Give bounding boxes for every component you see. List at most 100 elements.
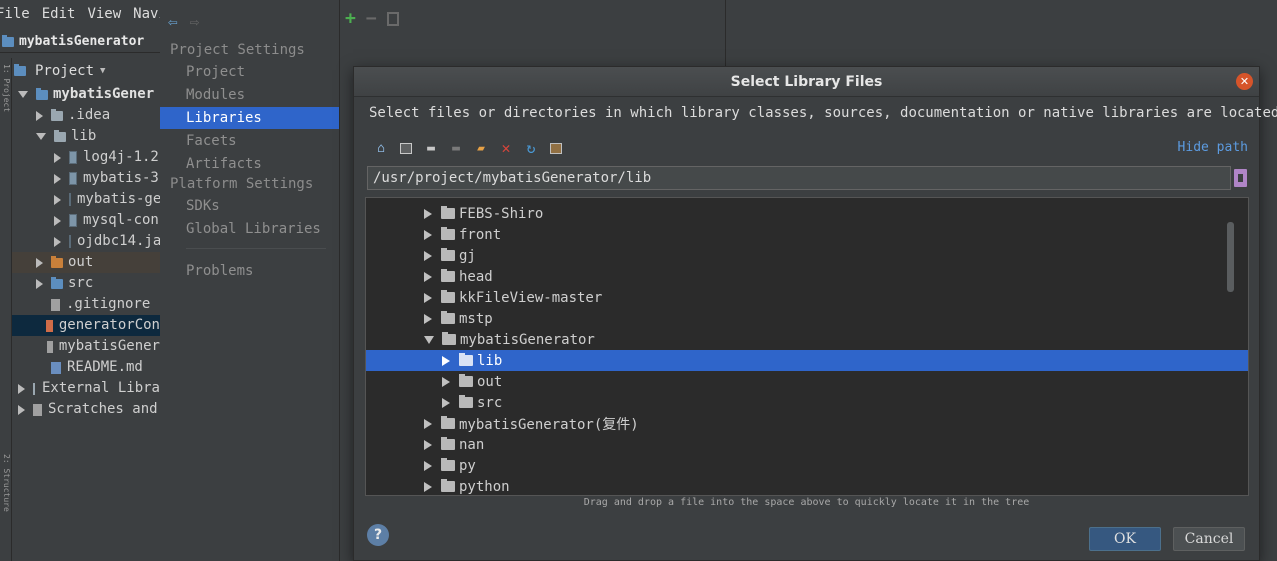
xml-file-icon xyxy=(46,319,53,332)
project-title: mybatisGenerator xyxy=(19,34,145,49)
tool-tab-structure[interactable]: 2: Structure xyxy=(1,454,11,512)
project-tree-row[interactable]: mybatis-3 xyxy=(12,168,160,189)
file-tree-row[interactable]: mstp xyxy=(366,308,1248,329)
expand-right-icon[interactable] xyxy=(424,439,432,450)
project-tree-row[interactable]: out xyxy=(12,252,160,273)
file-tree-row[interactable]: head xyxy=(366,266,1248,287)
expand-right-icon[interactable] xyxy=(424,250,432,261)
sidebar-item-problems[interactable]: Problems xyxy=(160,260,339,282)
expand-right-icon[interactable] xyxy=(424,481,432,492)
project-tree-row[interactable]: .idea xyxy=(12,105,160,126)
delete-icon[interactable]: ✕ xyxy=(497,139,515,157)
file-tree-row[interactable]: src xyxy=(366,392,1248,413)
help-button[interactable]: ? xyxy=(367,524,389,546)
sidebar-item-project[interactable]: Project xyxy=(160,61,339,83)
module-folder-icon[interactable]: ▬ xyxy=(447,139,465,157)
menu-navigate[interactable]: Navi xyxy=(133,6,160,22)
project-tree-row[interactable]: README.md xyxy=(12,357,160,378)
project-tree-label: README.md xyxy=(67,359,143,375)
expand-right-icon[interactable] xyxy=(424,229,432,240)
expand-right-icon[interactable] xyxy=(442,376,450,387)
project-folder-icon[interactable]: ▬ xyxy=(422,139,440,157)
expand-right-icon[interactable] xyxy=(36,278,43,289)
expand-right-icon[interactable] xyxy=(424,418,432,429)
copy-icon[interactable] xyxy=(386,11,399,26)
file-tree-row[interactable]: py xyxy=(366,455,1248,476)
project-tree-row[interactable]: generatorCon xyxy=(12,315,160,336)
menu-edit[interactable]: Edit xyxy=(42,6,76,22)
expand-right-icon[interactable] xyxy=(54,194,61,205)
dialog-title-bar[interactable]: Select Library Files xyxy=(354,67,1259,97)
expand-right-icon[interactable] xyxy=(36,110,43,121)
project-breadcrumb[interactable]: mybatisGenerator xyxy=(0,31,160,53)
sidebar-item-artifacts[interactable]: Artifacts xyxy=(160,153,339,175)
expand-right-icon[interactable] xyxy=(424,271,432,282)
project-tree-row[interactable]: mybatis-ge xyxy=(12,189,160,210)
project-tree-row[interactable]: lib xyxy=(12,126,160,147)
expand-down-icon[interactable] xyxy=(424,335,434,344)
desktop-icon[interactable] xyxy=(397,139,415,157)
sidebar-item-facets[interactable]: Facets xyxy=(160,130,339,152)
project-tree-row[interactable]: log4j-1.2 xyxy=(12,147,160,168)
expand-right-icon[interactable] xyxy=(424,292,432,303)
show-hidden-files-icon[interactable] xyxy=(547,139,565,157)
remove-library-button[interactable]: − xyxy=(366,8,377,29)
sidebar-item-global-libraries[interactable]: Global Libraries xyxy=(160,218,339,240)
menu-file[interactable]: File xyxy=(0,6,30,22)
cancel-button[interactable]: Cancel xyxy=(1173,527,1245,551)
project-tree-row[interactable]: External Libra xyxy=(12,378,160,399)
hide-path-link[interactable]: Hide path xyxy=(1178,140,1248,155)
tree-scrollbar[interactable] xyxy=(1227,222,1234,292)
folder-icon xyxy=(54,129,66,142)
expand-right-icon[interactable] xyxy=(36,257,43,268)
file-tree[interactable]: FEBS-Shiro front gj head kkFileView-master ms… xyxy=(365,197,1249,496)
file-tree-row[interactable]: lib xyxy=(366,350,1248,371)
expand-right-icon[interactable] xyxy=(424,460,432,471)
jar-icon xyxy=(69,151,77,164)
home-icon[interactable]: ⌂ xyxy=(372,139,390,157)
project-tree-row[interactable]: mybatisGener xyxy=(12,336,160,357)
close-icon[interactable]: ✕ xyxy=(1236,73,1253,90)
expand-right-icon[interactable] xyxy=(442,355,450,366)
add-library-button[interactable]: + xyxy=(345,8,356,29)
file-tree-row[interactable]: mybatisGenerator xyxy=(366,329,1248,350)
project-tree-row[interactable]: Scratches and xyxy=(12,399,160,420)
expand-right-icon[interactable] xyxy=(54,152,61,163)
file-tree-row[interactable]: FEBS-Shiro xyxy=(366,203,1248,224)
expand-right-icon[interactable] xyxy=(54,236,61,247)
file-tree-row[interactable]: python xyxy=(366,476,1248,495)
project-tree-row[interactable]: ojdbc14.ja xyxy=(12,231,160,252)
project-tree-row[interactable]: src xyxy=(12,273,160,294)
expand-right-icon[interactable] xyxy=(424,313,432,324)
expand-right-icon[interactable] xyxy=(54,173,61,184)
expand-right-icon[interactable] xyxy=(18,383,25,394)
new-folder-icon[interactable]: ▰ xyxy=(472,139,490,157)
project-tree-row[interactable]: mysql-con xyxy=(12,210,160,231)
project-view-selector[interactable]: Project ▼ xyxy=(14,60,105,82)
forward-arrow-icon[interactable]: ⇨ xyxy=(190,12,200,31)
refresh-icon[interactable]: ↻ xyxy=(522,139,540,157)
sidebar-item-libraries[interactable]: Libraries xyxy=(160,107,339,129)
file-tree-row[interactable]: front xyxy=(366,224,1248,245)
file-tree-row[interactable]: nan xyxy=(366,434,1248,455)
ok-button[interactable]: OK xyxy=(1089,527,1161,551)
path-history-icon[interactable] xyxy=(1234,169,1247,187)
file-tree-row[interactable]: kkFileView-master xyxy=(366,287,1248,308)
expand-right-icon[interactable] xyxy=(18,404,25,415)
expand-down-icon[interactable] xyxy=(36,133,46,140)
file-tree-row[interactable]: gj xyxy=(366,245,1248,266)
back-arrow-icon[interactable]: ⇦ xyxy=(168,12,178,31)
expand-right-icon[interactable] xyxy=(424,208,432,219)
tool-tab-project[interactable]: 1: Project xyxy=(1,64,11,112)
menu-view[interactable]: View xyxy=(87,6,121,22)
sidebar-item-modules[interactable]: Modules xyxy=(160,84,339,106)
expand-down-icon[interactable] xyxy=(18,91,28,98)
file-tree-row[interactable]: out xyxy=(366,371,1248,392)
path-input[interactable]: /usr/project/mybatisGenerator/lib xyxy=(367,166,1231,190)
expand-right-icon[interactable] xyxy=(54,215,61,226)
sidebar-item-sdks[interactable]: SDKs xyxy=(160,195,339,217)
expand-right-icon[interactable] xyxy=(442,397,450,408)
project-tree-row[interactable]: mybatisGener xyxy=(12,84,160,105)
project-tree-row[interactable]: .gitignore xyxy=(12,294,160,315)
file-tree-row[interactable]: mybatisGenerator(复件) xyxy=(366,413,1248,434)
